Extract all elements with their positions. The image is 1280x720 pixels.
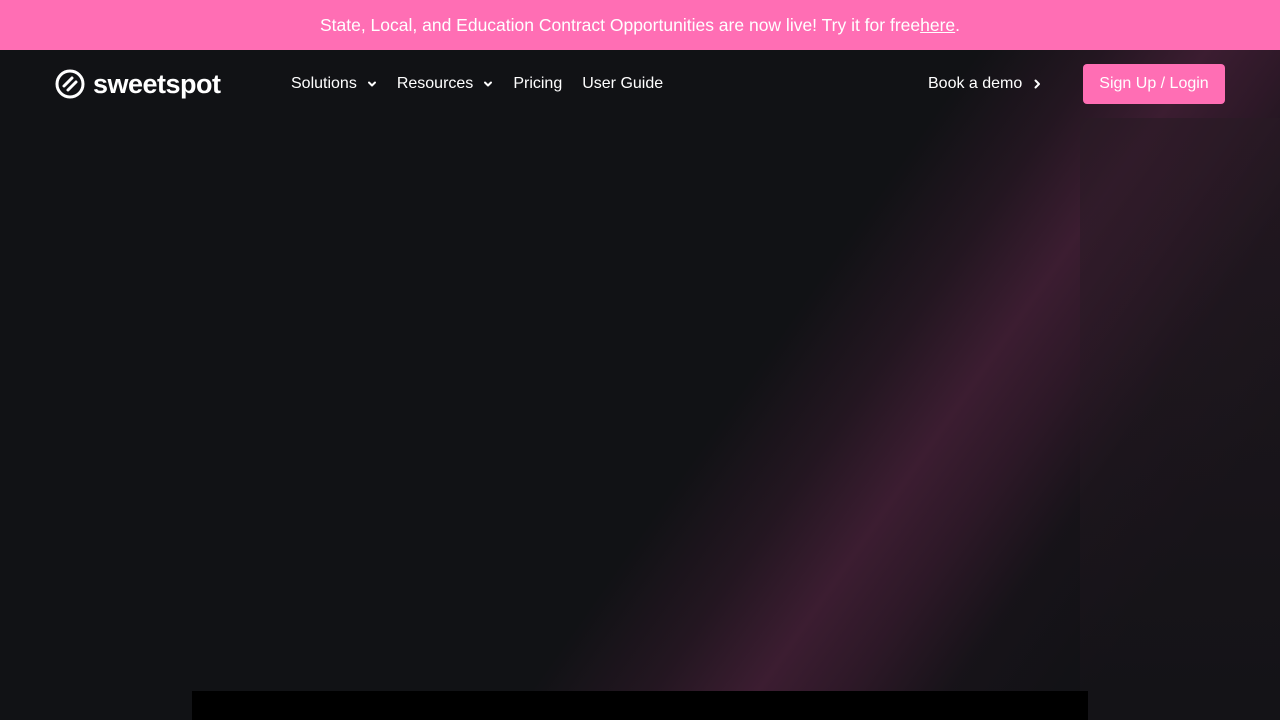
logo-link[interactable]: sweetspot bbox=[55, 68, 221, 100]
nav-item-user-guide[interactable]: User Guide bbox=[582, 75, 663, 93]
chevron-down-icon bbox=[367, 81, 376, 87]
signup-login-label: Sign Up / Login bbox=[1099, 75, 1209, 92]
nav-item-label: Pricing bbox=[513, 75, 563, 92]
nav-menu: Solutions Resources Pricing User Guide bbox=[291, 72, 663, 96]
nav-item-label: Resources bbox=[396, 75, 474, 92]
book-demo-label: Book a demo bbox=[928, 75, 1023, 92]
hero-media-frame bbox=[192, 691, 1088, 720]
nav-item-resources[interactable]: Resources bbox=[397, 75, 493, 93]
banner-suffix: . bbox=[955, 14, 961, 35]
banner-text: State, Local, and Education Contract Opp… bbox=[319, 14, 921, 35]
nav-item-label: User Guide bbox=[582, 75, 664, 92]
nav-item-pricing[interactable]: Pricing bbox=[513, 75, 562, 93]
chevron-right-icon bbox=[1034, 79, 1041, 89]
background-glow-side bbox=[1080, 118, 1280, 720]
sweetspot-logo-icon bbox=[55, 69, 85, 99]
announcement-banner: State, Local, and Education Contract Opp… bbox=[0, 0, 1280, 50]
brand-name: sweetspot bbox=[93, 69, 221, 99]
book-demo-link[interactable]: Book a demo bbox=[928, 72, 1042, 96]
banner-link[interactable]: here bbox=[920, 15, 955, 36]
nav-item-label: Solutions bbox=[291, 75, 357, 92]
main-navigation: sweetspot Solutions Resources Pricing Us… bbox=[0, 50, 1280, 118]
background-glow bbox=[0, 50, 1280, 720]
signup-login-button[interactable]: Sign Up / Login bbox=[1083, 64, 1225, 104]
chevron-down-icon bbox=[484, 81, 493, 87]
nav-item-solutions[interactable]: Solutions bbox=[291, 75, 377, 93]
